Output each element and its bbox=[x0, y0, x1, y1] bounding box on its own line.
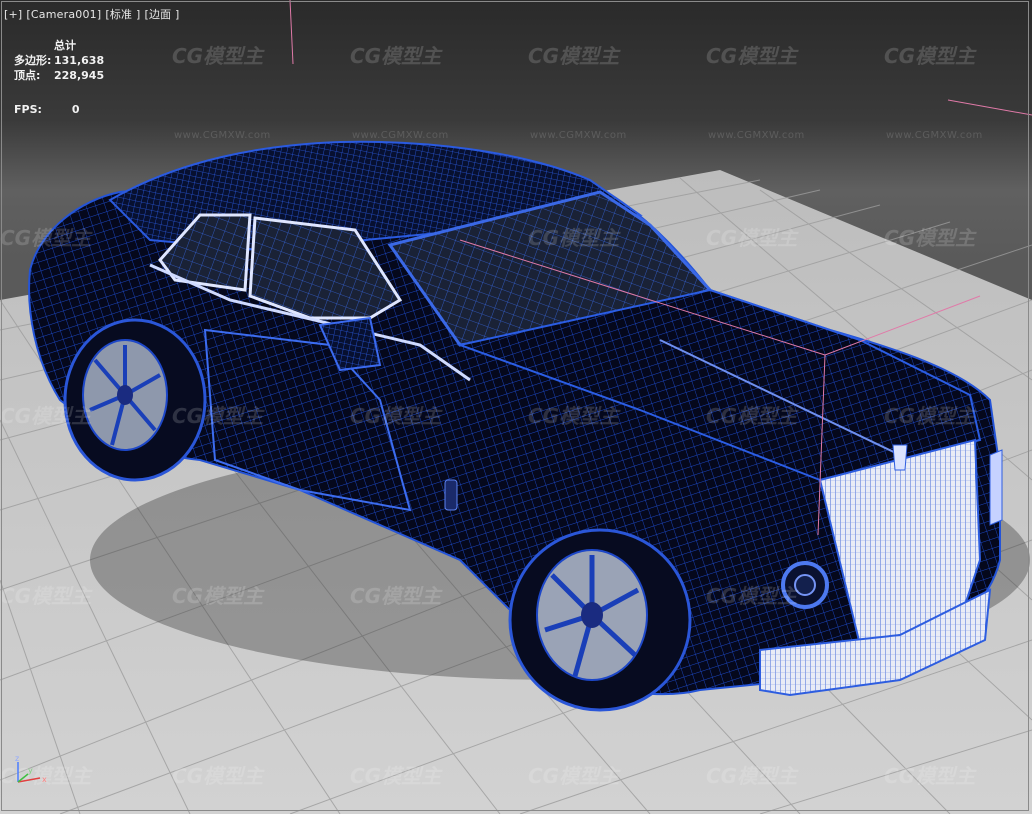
rear-wheel bbox=[63, 318, 207, 482]
fps-value: 0 bbox=[71, 103, 80, 116]
stats-total-label: 总计 bbox=[54, 39, 76, 52]
stats-polygons: 多边形: 131,638 bbox=[14, 53, 104, 68]
polygons-value: 131,638 bbox=[54, 54, 105, 67]
front-wheel bbox=[508, 528, 692, 712]
3d-viewport[interactable]: CG模型主 CG模型主 CG模型主 CG模型主 CG模型主 www.CGMXW.… bbox=[0, 0, 1032, 814]
axis-z-label: z bbox=[15, 754, 19, 763]
axis-gizmo: z y x bbox=[15, 754, 47, 784]
axis-x-label: x bbox=[42, 775, 47, 784]
vertices-label: 顶点: bbox=[14, 69, 41, 82]
viewport-display-menu[interactable]: [边面 ] bbox=[144, 8, 179, 21]
stats-vertices: 顶点: 228,945 bbox=[14, 68, 104, 83]
fps-counter: FPS: 0 bbox=[14, 103, 80, 116]
polygons-label: 多边形: bbox=[14, 54, 52, 67]
axis-y-label: y bbox=[28, 766, 33, 775]
viewport-camera-menu[interactable]: [Camera001] bbox=[26, 8, 101, 21]
vertices-value: 228,945 bbox=[54, 69, 105, 82]
viewport-menu-plus[interactable]: [+] bbox=[4, 8, 22, 21]
scene-canvas[interactable] bbox=[0, 0, 1032, 814]
viewport-label[interactable]: [+] [Camera001] [标准 ] [边面 ] bbox=[4, 6, 184, 22]
scene-statistics: 总计 多边形: 131,638 顶点: 228,945 bbox=[14, 38, 104, 83]
viewport-shading-menu[interactable]: [标准 ] bbox=[105, 8, 140, 21]
fps-label: FPS: bbox=[14, 103, 42, 116]
